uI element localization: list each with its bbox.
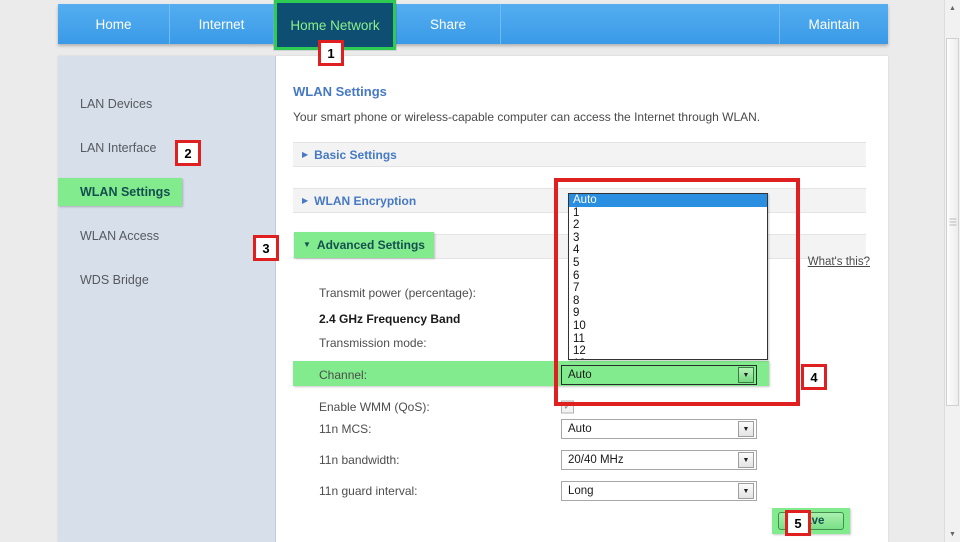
step-badge-1: 1 (318, 40, 344, 66)
sidebar-item-wlan-access[interactable]: WLAN Access (58, 222, 275, 250)
bandwidth-select-value: 20/40 MHz (568, 454, 624, 466)
transmission-mode-label: Transmission mode: (319, 336, 427, 350)
nav-tab-home[interactable]: Home (58, 4, 170, 44)
channel-option-11[interactable]: 11 (569, 333, 767, 346)
nav-tab-maintain[interactable]: Maintain (780, 4, 888, 44)
channel-option-7[interactable]: 7 (569, 282, 767, 295)
nav-tab-maintain-label: Maintain (808, 16, 860, 32)
section-wlan-encryption-label: WLAN Encryption (314, 193, 417, 208)
nav-tab-internet-label: Internet (198, 16, 245, 32)
chevron-down-icon[interactable]: ▼ (738, 421, 754, 437)
channel-option-13[interactable]: 13 (569, 358, 767, 359)
channel-option-12[interactable]: 12 (569, 345, 767, 358)
channel-option-5[interactable]: 5 (569, 257, 767, 270)
scrollbar-thumb[interactable] (946, 38, 959, 406)
channel-select[interactable]: Auto ▼ (561, 365, 757, 385)
whats-this-link[interactable]: What's this? (808, 256, 870, 268)
nav-tab-home-network-label: Home Network (290, 17, 380, 33)
channel-select-wrap: Auto ▼ (561, 365, 757, 385)
page-title: WLAN Settings (293, 84, 387, 99)
step-badge-4: 4 (801, 364, 827, 390)
row-channel: Channel: Auto ▼ (293, 362, 866, 388)
chevron-down-icon: ▼ (303, 240, 311, 249)
scroll-up-arrow-icon[interactable]: ▲ (945, 0, 960, 16)
enable-wmm-checkbox[interactable]: ✓ (561, 400, 574, 414)
sidebar-item-lan-devices-label: LAN Devices (80, 97, 153, 111)
step-badge-3: 3 (253, 235, 279, 261)
mcs-select-value: Auto (568, 423, 592, 435)
nav-tab-share-label: Share (429, 16, 467, 32)
section-advanced-settings-label: Advanced Settings (316, 238, 425, 252)
row-11n-mcs: 11n MCS: Auto ▼ (293, 416, 866, 442)
sidebar-item-wds-bridge[interactable]: WDS Bridge (58, 266, 275, 294)
nav-tab-home-label: Home (95, 16, 132, 32)
vertical-scrollbar[interactable]: ▲ ▼ (944, 0, 960, 542)
channel-option-1[interactable]: 1 (569, 207, 767, 220)
row-11n-bandwidth: 11n bandwidth: 20/40 MHz ▼ (293, 447, 866, 473)
scroll-down-arrow-icon[interactable]: ▼ (945, 526, 960, 542)
channel-dropdown-list[interactable]: Auto12345678910111213 (568, 193, 768, 360)
bandwidth-select[interactable]: 20/40 MHz ▼ (561, 450, 757, 470)
channel-label: Channel: (319, 368, 368, 382)
channel-option-9[interactable]: 9 (569, 307, 767, 320)
sidebar-item-lan-interface[interactable]: LAN Interface (58, 134, 275, 162)
chevron-down-icon[interactable]: ▼ (738, 483, 754, 499)
sidebar: LAN Devices LAN Interface WLAN Settings … (58, 56, 276, 542)
sidebar-item-wds-bridge-label: WDS Bridge (80, 273, 149, 287)
chevron-down-icon[interactable]: ▼ (738, 452, 754, 468)
channel-option-auto[interactable]: Auto (569, 194, 767, 207)
check-icon: ✓ (563, 401, 572, 412)
row-11n-guard-interval: 11n guard interval: Long ▼ (293, 478, 866, 504)
channel-option-3[interactable]: 3 (569, 232, 767, 245)
frequency-band-label: 2.4 GHz Frequency Band (319, 312, 461, 326)
sidebar-item-wlan-access-label: WLAN Access (80, 229, 160, 243)
chevron-right-icon: ▶ (302, 195, 309, 205)
main-navigation-bar: Home Internet Home Network Share Maintai… (58, 0, 888, 50)
mcs-select[interactable]: Auto ▼ (561, 419, 757, 439)
sidebar-item-lan-interface-label: LAN Interface (80, 141, 157, 155)
mcs-select-wrap: Auto ▼ (561, 419, 757, 439)
section-advanced-settings[interactable]: ▼ Advanced Settings (294, 232, 434, 258)
section-basic-settings-label: Basic Settings (314, 147, 397, 162)
nav-tab-internet[interactable]: Internet (170, 4, 274, 44)
mcs-label: 11n MCS: (319, 422, 372, 436)
guard-interval-select-value: Long (568, 485, 594, 497)
section-basic-settings[interactable]: ▶ Basic Settings (293, 142, 866, 167)
channel-option-6[interactable]: 6 (569, 270, 767, 283)
guard-interval-select[interactable]: Long ▼ (561, 481, 757, 501)
sidebar-item-wlan-settings-label: WLAN Settings (80, 185, 171, 199)
channel-option-10[interactable]: 10 (569, 320, 767, 333)
sidebar-item-lan-devices[interactable]: LAN Devices (58, 90, 275, 118)
guard-interval-select-wrap: Long ▼ (561, 481, 757, 501)
scrollbar-grip-icon (949, 218, 956, 226)
bandwidth-select-wrap: 20/40 MHz ▼ (561, 450, 757, 470)
enable-wmm-checkbox-wrap: ✓ (561, 400, 574, 414)
nav-tab-spacer (501, 4, 780, 44)
guard-interval-label: 11n guard interval: (319, 484, 418, 498)
nav-tab-share[interactable]: Share (396, 4, 501, 44)
transmit-power-label: Transmit power (percentage): (319, 286, 476, 300)
sidebar-item-wlan-settings[interactable]: WLAN Settings (58, 178, 182, 206)
page-description: Your smart phone or wireless-capable com… (293, 110, 761, 124)
router-admin-page: Home Internet Home Network Share Maintai… (0, 0, 960, 542)
channel-option-8[interactable]: 8 (569, 295, 767, 308)
bandwidth-label: 11n bandwidth: (319, 453, 400, 467)
channel-option-4[interactable]: 4 (569, 244, 767, 257)
chevron-down-icon[interactable]: ▼ (738, 367, 754, 383)
chevron-right-icon: ▶ (302, 149, 309, 159)
step-badge-2: 2 (175, 140, 201, 166)
step-badge-5: 5 (785, 510, 811, 536)
channel-option-2[interactable]: 2 (569, 219, 767, 232)
save-button-wrap: Save (772, 508, 850, 534)
enable-wmm-label: Enable WMM (QoS): (319, 400, 430, 414)
channel-select-value: Auto (568, 369, 592, 381)
